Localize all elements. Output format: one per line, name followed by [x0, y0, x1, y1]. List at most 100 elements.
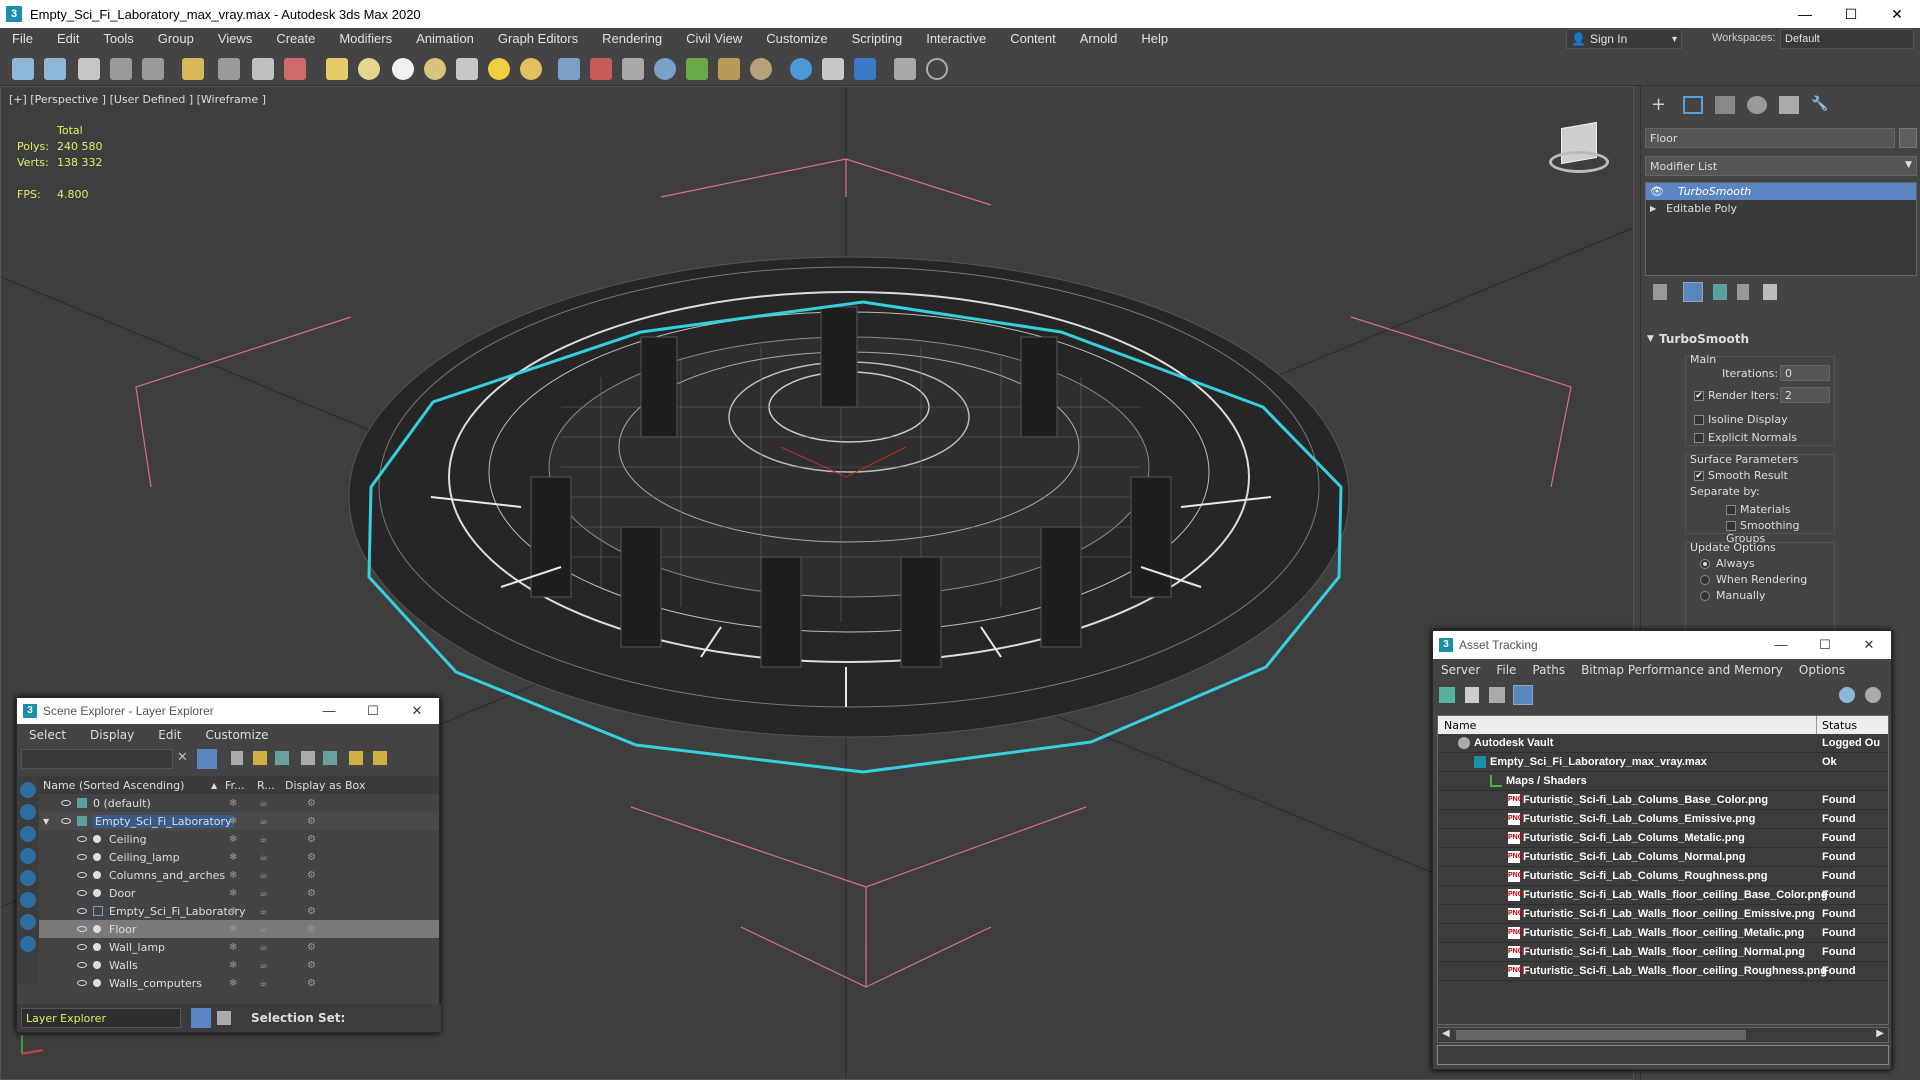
- menu-help[interactable]: Help: [1129, 28, 1180, 50]
- hierarchy-toggle-icon[interactable]: [217, 1011, 231, 1025]
- layer-row-default[interactable]: 0 (default) ❄ ☕ ⚙: [39, 794, 439, 812]
- explicit-normals-checkbox[interactable]: [1694, 433, 1704, 443]
- gear-icon[interactable]: [654, 58, 676, 80]
- pin-stack-icon[interactable]: [1653, 284, 1667, 300]
- display-tab-icon[interactable]: [1779, 96, 1799, 114]
- menu-server[interactable]: Server: [1433, 663, 1488, 677]
- object-row-columns-and-arches[interactable]: Columns_and_arches ❄ ☕ ⚙: [39, 866, 439, 884]
- rotate-icon[interactable]: [252, 58, 274, 80]
- box-icon[interactable]: ⚙: [307, 888, 316, 899]
- hierarchy-tab-icon[interactable]: [1715, 96, 1735, 114]
- freeze-icon[interactable]: ❄: [229, 852, 237, 863]
- asset-row-vault[interactable]: Autodesk Vault Logged Ou: [1438, 734, 1888, 753]
- menu-options[interactable]: Options: [1791, 663, 1853, 677]
- freeze-icon[interactable]: ❄: [229, 870, 237, 881]
- update-when-rendering-field[interactable]: When Rendering: [1700, 573, 1807, 586]
- update-always-field[interactable]: Always: [1700, 557, 1755, 570]
- object-color-swatch[interactable]: [1899, 128, 1917, 148]
- column-name[interactable]: Name: [1444, 719, 1476, 732]
- filter-icon[interactable]: [197, 749, 217, 769]
- box-icon[interactable]: ⚙: [307, 942, 316, 953]
- render-iters-checkbox[interactable]: ✔: [1694, 391, 1704, 401]
- layers-toggle-icon[interactable]: [191, 1008, 211, 1028]
- helpers-filter-icon[interactable]: [20, 892, 36, 908]
- list-view-icon[interactable]: [1465, 687, 1479, 703]
- menu-file[interactable]: File: [0, 28, 45, 50]
- viewcube[interactable]: [1547, 121, 1611, 177]
- add-to-layer-icon[interactable]: [275, 751, 289, 765]
- smoothing-groups-checkbox[interactable]: [1726, 521, 1736, 531]
- stack-item-editable-poly[interactable]: ▶ Editable Poly: [1646, 200, 1916, 217]
- render-iters-field[interactable]: ✔ Render Iters:: [1694, 389, 1779, 402]
- render-icon[interactable]: ☕: [259, 888, 268, 899]
- refresh-icon[interactable]: [1439, 687, 1455, 703]
- menu-scripting[interactable]: Scripting: [840, 28, 915, 50]
- box-icon[interactable]: ⚙: [307, 852, 316, 863]
- collapse-arrow-icon[interactable]: ▼: [43, 817, 49, 826]
- show-end-result-icon[interactable]: [1683, 282, 1703, 302]
- asset-row-texture[interactable]: PNGFuturistic_Sci-fi_Lab_Walls_floor_cei…: [1438, 924, 1888, 943]
- box-icon[interactable]: ⚙: [307, 834, 316, 845]
- eye-icon[interactable]: [77, 926, 87, 932]
- eye-icon[interactable]: [61, 818, 71, 824]
- menu-paths[interactable]: Paths: [1524, 663, 1573, 677]
- table-view-icon[interactable]: [1513, 685, 1533, 705]
- asset-row-texture[interactable]: PNGFuturistic_Sci-fi_Lab_Colums_Emissive…: [1438, 810, 1888, 829]
- create-tab-icon[interactable]: +: [1651, 96, 1671, 114]
- lock-icon[interactable]: [231, 751, 243, 765]
- object-row-walls[interactable]: Walls ❄ ☕ ⚙: [39, 956, 439, 974]
- box-icon[interactable]: [326, 58, 348, 80]
- asset-row-texture[interactable]: PNGFuturistic_Sci-fi_Lab_Colums_Roughnes…: [1438, 867, 1888, 886]
- minimize-button[interactable]: —: [1782, 0, 1828, 28]
- menu-display[interactable]: Display: [78, 728, 146, 742]
- eye-icon[interactable]: [77, 854, 87, 860]
- link-icon[interactable]: [78, 58, 100, 80]
- menu-select[interactable]: Select: [17, 728, 78, 742]
- groups-filter-icon[interactable]: [20, 936, 36, 952]
- menu-tools[interactable]: Tools: [91, 28, 145, 50]
- close-button[interactable]: ✕: [1874, 0, 1920, 28]
- geometry-filter-icon[interactable]: [20, 804, 36, 820]
- move-icon[interactable]: [218, 58, 240, 80]
- eye-icon[interactable]: [77, 962, 87, 968]
- material-icon[interactable]: [750, 58, 772, 80]
- unlink-icon[interactable]: [110, 58, 132, 80]
- menu-content[interactable]: Content: [998, 28, 1068, 50]
- horizontal-scrollbar[interactable]: ◀ ▶: [1437, 1027, 1889, 1043]
- eye-icon[interactable]: [61, 800, 71, 806]
- maximize-button[interactable]: ☐: [1828, 0, 1874, 28]
- rollout-title[interactable]: ▼ TurboSmooth: [1645, 330, 1917, 348]
- menu-bitmap-performance[interactable]: Bitmap Performance and Memory: [1573, 663, 1791, 677]
- object-row-empty-sci-fi-laboratory[interactable]: Empty_Sci_Fi_Laboratory ❄ ☕ ⚙: [39, 902, 439, 920]
- help-icon[interactable]: [1839, 687, 1855, 703]
- isoline-checkbox[interactable]: [1694, 415, 1704, 425]
- clear-search-icon[interactable]: ✕: [177, 750, 188, 765]
- materials-field[interactable]: Materials: [1726, 503, 1790, 516]
- close-button[interactable]: ✕: [1847, 637, 1891, 653]
- object-row-floor[interactable]: Floor ❄ ☕ ⚙: [39, 920, 439, 938]
- box-icon[interactable]: ⚙: [307, 960, 316, 971]
- asset-row-texture[interactable]: PNGFuturistic_Sci-fi_Lab_Colums_Normal.p…: [1438, 848, 1888, 867]
- scale-icon[interactable]: [284, 58, 306, 80]
- layer-row-empty-sci-fi-laboratory[interactable]: ▼ Empty_Sci_Fi_Laboratory ❄ ☕ ⚙: [39, 812, 439, 830]
- manually-radio[interactable]: [1700, 591, 1710, 601]
- column-renderable[interactable]: R...: [257, 779, 275, 792]
- geosphere-icon[interactable]: [392, 58, 414, 80]
- new-layer-icon[interactable]: [253, 751, 267, 765]
- scrollbar-thumb[interactable]: [1456, 1030, 1746, 1040]
- menu-customize[interactable]: Customize: [754, 28, 839, 50]
- settings-icon[interactable]: [1865, 687, 1881, 703]
- explicit-normals-field[interactable]: Explicit Normals: [1694, 431, 1797, 444]
- select-icon[interactable]: [182, 58, 204, 80]
- object-row-wall-lamp[interactable]: Wall_lamp ❄ ☕ ⚙: [39, 938, 439, 956]
- eye-icon[interactable]: [77, 908, 87, 914]
- eye-icon[interactable]: [77, 890, 87, 896]
- freeze-icon[interactable]: ❄: [229, 942, 237, 953]
- object-row-ceiling-lamp[interactable]: Ceiling_lamp ❄ ☕ ⚙: [39, 848, 439, 866]
- object-name-field[interactable]: Floor: [1645, 128, 1895, 148]
- omni-light-icon[interactable]: [520, 58, 542, 80]
- stack-item-turbosmooth[interactable]: 👁 TurboSmooth: [1646, 183, 1916, 200]
- column-status[interactable]: Status: [1822, 719, 1857, 732]
- render-icon[interactable]: ☕: [259, 978, 268, 989]
- scroll-left-icon[interactable]: ◀: [1442, 1028, 1450, 1039]
